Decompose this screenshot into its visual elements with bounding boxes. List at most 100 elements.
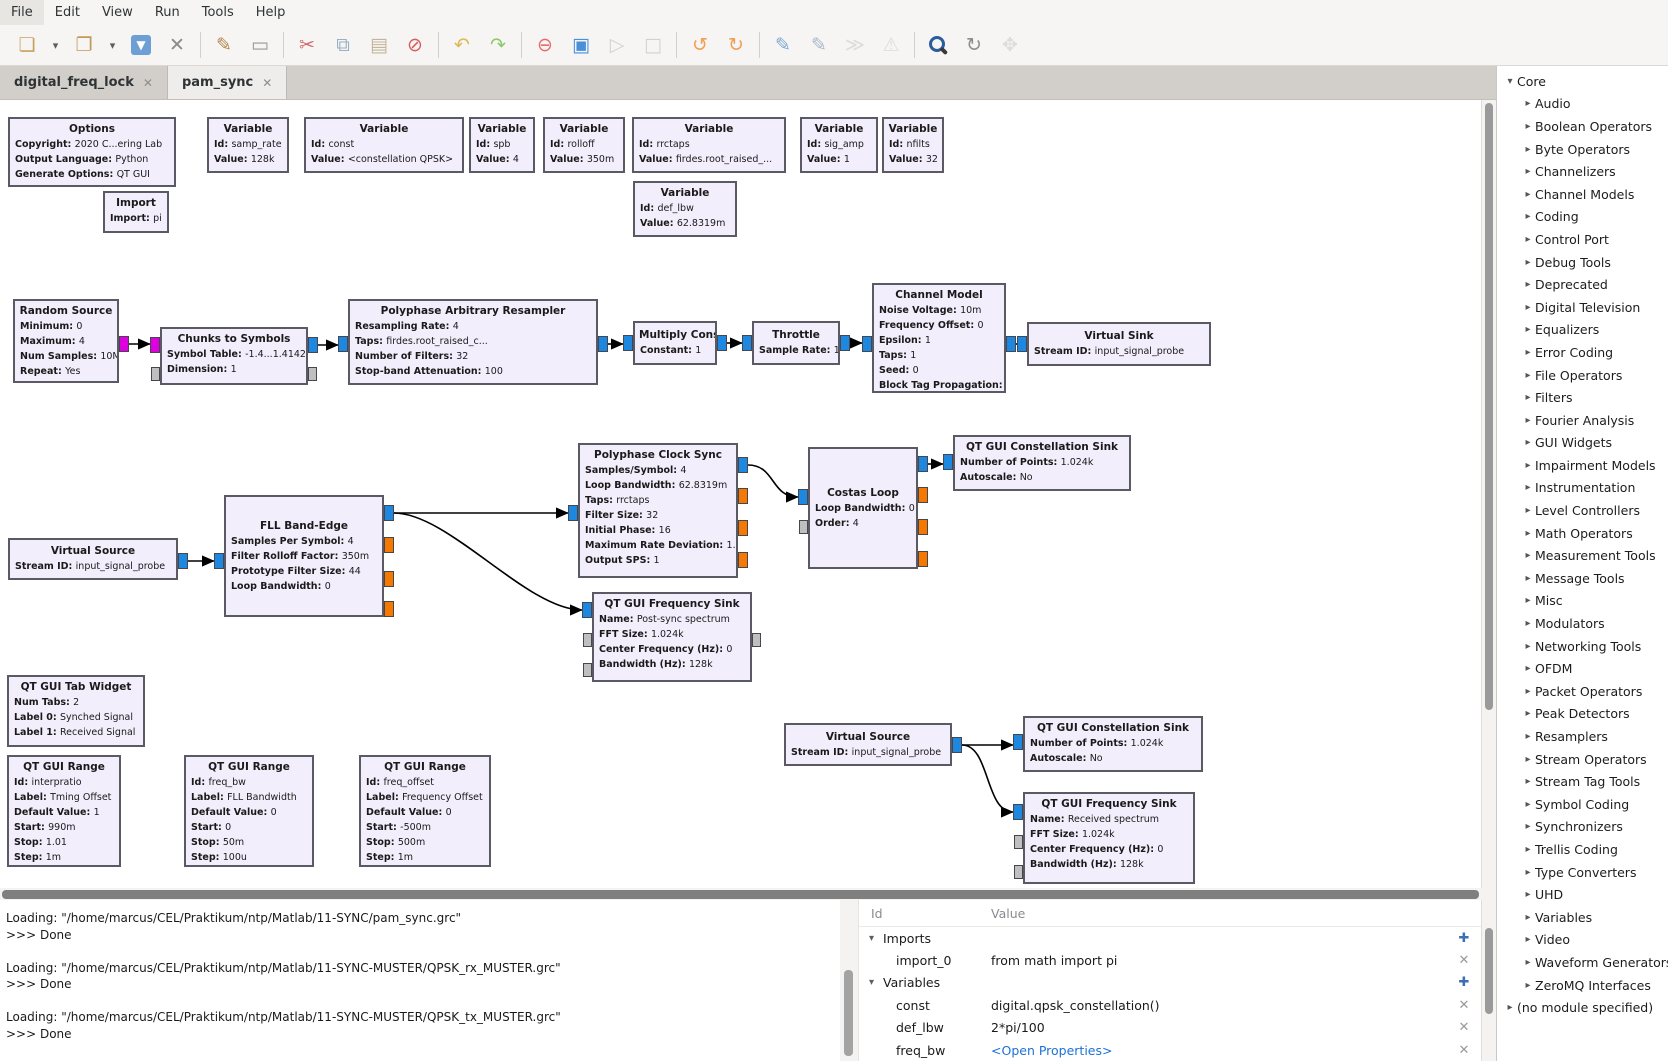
execute-flowgraph-button[interactable]: ▣ bbox=[567, 31, 595, 59]
disable-block-button[interactable]: ✎ bbox=[805, 31, 833, 59]
expand-arrow-icon[interactable]: ▸ bbox=[1521, 460, 1535, 471]
output-port-blue[interactable] bbox=[1006, 336, 1016, 352]
block-var_sig_amp[interactable]: VariableId: sig_ampValue: 1 bbox=[800, 117, 878, 173]
copy-button[interactable]: ⧉ bbox=[329, 31, 357, 59]
variable-row-freq_bw[interactable]: freq_bw<Open Properties>✕ bbox=[859, 1039, 1482, 1061]
menu-help[interactable]: Help bbox=[245, 0, 297, 25]
output-port-magenta[interactable] bbox=[119, 336, 129, 352]
console-scrollbar[interactable] bbox=[840, 900, 858, 1061]
tab-pam_sync[interactable]: pam_sync✕ bbox=[167, 66, 287, 99]
tree-item-error-coding[interactable]: ▸Error Coding bbox=[1497, 341, 1668, 364]
new-flowgraph-button[interactable]: ❏ bbox=[13, 31, 41, 59]
expand-arrow-icon[interactable]: ▸ bbox=[1521, 686, 1535, 697]
block-chunks_to_symbols[interactable]: Chunks to SymbolsSymbol Table: -1.4...1.… bbox=[160, 327, 308, 385]
block-throttle[interactable]: ThrottleSample Rate: 128k bbox=[752, 321, 840, 365]
input-port-magenta[interactable] bbox=[150, 337, 160, 353]
block-qt_range_freq_offset[interactable]: QT GUI RangeId: freq_offsetLabel: Freque… bbox=[359, 755, 491, 867]
variable-row-import_0[interactable]: import_0from math import pi✕ bbox=[859, 949, 1482, 971]
output-port-blue[interactable] bbox=[717, 335, 727, 351]
expand-arrow-icon[interactable]: ▸ bbox=[1521, 189, 1535, 200]
tree-item-variables[interactable]: ▸Variables bbox=[1497, 906, 1668, 929]
expand-arrow-icon[interactable]: ▸ bbox=[1521, 641, 1535, 652]
find-block-button[interactable] bbox=[924, 31, 952, 59]
tree-item-type-converters[interactable]: ▸Type Converters bbox=[1497, 861, 1668, 884]
tree-item-audio[interactable]: ▸Audio bbox=[1497, 93, 1668, 116]
tab-digital_freq_lock[interactable]: digital_freq_lock✕ bbox=[0, 66, 167, 99]
tree-item-message-tools[interactable]: ▸Message Tools bbox=[1497, 567, 1668, 590]
tree-item-modulators[interactable]: ▸Modulators bbox=[1497, 612, 1668, 635]
expand-arrow-icon[interactable]: ▸ bbox=[1521, 912, 1535, 923]
variable-row-const[interactable]: constdigital.qpsk_constellation()✕ bbox=[859, 994, 1482, 1016]
input-port-blue[interactable] bbox=[582, 602, 592, 618]
input-port-gray[interactable] bbox=[583, 633, 592, 647]
connection[interactable] bbox=[394, 513, 582, 610]
tree-item-channel-models[interactable]: ▸Channel Models bbox=[1497, 183, 1668, 206]
close-flowgraph-button[interactable]: ✕ bbox=[163, 31, 191, 59]
flowgraph-errors-button[interactable]: ⚠ bbox=[877, 31, 905, 59]
tree-item-byte-operators[interactable]: ▸Byte Operators bbox=[1497, 138, 1668, 161]
paste-button[interactable]: ▤ bbox=[365, 31, 393, 59]
tree-item-channelizers[interactable]: ▸Channelizers bbox=[1497, 160, 1668, 183]
tree-item-coding[interactable]: ▸Coding bbox=[1497, 206, 1668, 229]
variable-row-def_lbw[interactable]: def_lbw2*pi/100✕ bbox=[859, 1017, 1482, 1039]
output-port-orange[interactable] bbox=[918, 551, 928, 567]
tree-item-file-operators[interactable]: ▸File Operators bbox=[1497, 364, 1668, 387]
menu-file[interactable]: File bbox=[0, 0, 44, 25]
block-qt_range_freq_bw[interactable]: QT GUI RangeId: freq_bwLabel: FLL Bandwi… bbox=[184, 755, 314, 867]
tree-item-networking-tools[interactable]: ▸Networking Tools bbox=[1497, 635, 1668, 658]
variable-group-variables[interactable]: ▾Variables✚ bbox=[859, 972, 1482, 994]
input-port-gray[interactable] bbox=[583, 663, 592, 677]
menu-edit[interactable]: Edit bbox=[44, 0, 91, 25]
expand-arrow-icon[interactable]: ▸ bbox=[1521, 234, 1535, 245]
block-var_nfilts[interactable]: VariableId: nfiltsValue: 32 bbox=[882, 117, 944, 173]
delete-button[interactable]: ⊘ bbox=[401, 31, 429, 59]
output-port-blue[interactable] bbox=[738, 457, 748, 473]
expand-arrow-icon[interactable]: ▸ bbox=[1521, 437, 1535, 448]
input-port-blue[interactable] bbox=[1013, 734, 1023, 750]
tab-close-icon[interactable]: ✕ bbox=[143, 76, 153, 90]
block-virtual_source_2[interactable]: Virtual SourceStream ID: input_signal_pr… bbox=[784, 723, 952, 766]
rotate-ccw-button[interactable]: ↺ bbox=[686, 31, 714, 59]
bypass-block-button[interactable]: ≫ bbox=[841, 31, 869, 59]
block-var_const[interactable]: VariableId: constValue: <constellation Q… bbox=[304, 117, 464, 173]
tree-item-boolean-operators[interactable]: ▸Boolean Operators bbox=[1497, 115, 1668, 138]
expand-arrow-icon[interactable]: ▸ bbox=[1521, 889, 1535, 900]
block-qt_range_interpratio[interactable]: QT GUI RangeId: interpratioLabel: Tming … bbox=[7, 755, 121, 867]
output-port-blue[interactable] bbox=[840, 335, 850, 351]
canvas-horizontal-scrollbar[interactable] bbox=[0, 888, 1481, 900]
rotate-cw-button[interactable]: ↻ bbox=[722, 31, 750, 59]
output-port-blue[interactable] bbox=[952, 737, 962, 753]
tree-item-measurement-tools[interactable]: ▸Measurement Tools bbox=[1497, 544, 1668, 567]
expand-arrow-icon[interactable]: ▸ bbox=[1521, 121, 1535, 132]
tree-item-resamplers[interactable]: ▸Resamplers bbox=[1497, 725, 1668, 748]
tree-item-symbol-coding[interactable]: ▸Symbol Coding bbox=[1497, 793, 1668, 816]
output-port-orange[interactable] bbox=[738, 552, 748, 568]
tree-item-equalizers[interactable]: ▸Equalizers bbox=[1497, 319, 1668, 342]
tree-item-packet-operators[interactable]: ▸Packet Operators bbox=[1497, 680, 1668, 703]
screen-capture-button[interactable]: ▭ bbox=[246, 31, 274, 59]
expand-arrow-icon[interactable]: ▸ bbox=[1521, 528, 1535, 539]
open-flowgraph-button[interactable]: ❐ bbox=[70, 31, 98, 59]
block-var_samp_rate[interactable]: VariableId: samp_rateValue: 128k bbox=[207, 117, 289, 173]
block-paths-button[interactable]: ✥ bbox=[996, 31, 1024, 59]
input-port-blue[interactable] bbox=[862, 336, 872, 352]
block-qt_freq_sink_rx[interactable]: QT GUI Frequency SinkName: Received spec… bbox=[1023, 792, 1195, 884]
expand-arrow-icon[interactable]: ▸ bbox=[1521, 392, 1535, 403]
block-var_spb[interactable]: VariableId: spbValue: 4 bbox=[469, 117, 535, 173]
input-port-blue[interactable] bbox=[943, 454, 953, 470]
tree-item-peak-detectors[interactable]: ▸Peak Detectors bbox=[1497, 703, 1668, 726]
variable-editor-scrollbar[interactable] bbox=[1481, 900, 1496, 1061]
input-port-gray[interactable] bbox=[1014, 835, 1023, 849]
tree-item-uhd[interactable]: ▸UHD bbox=[1497, 883, 1668, 906]
remove-variable-button[interactable]: ✕ bbox=[1456, 1043, 1472, 1058]
output-port-orange[interactable] bbox=[918, 519, 928, 535]
output-port-gray[interactable] bbox=[308, 367, 317, 381]
variable-group-imports[interactable]: ▾Imports✚ bbox=[859, 927, 1482, 949]
enable-block-button[interactable]: ✎ bbox=[769, 31, 797, 59]
menu-tools[interactable]: Tools bbox=[191, 0, 245, 25]
add-import-button[interactable]: ✚ bbox=[1456, 931, 1472, 946]
tree-item-impairment-models[interactable]: ▸Impairment Models bbox=[1497, 454, 1668, 477]
block-var_def_lbw[interactable]: VariableId: def_lbwValue: 62.8319m bbox=[633, 181, 737, 237]
input-port-blue[interactable] bbox=[338, 336, 348, 352]
tree-item-misc[interactable]: ▸Misc bbox=[1497, 590, 1668, 613]
